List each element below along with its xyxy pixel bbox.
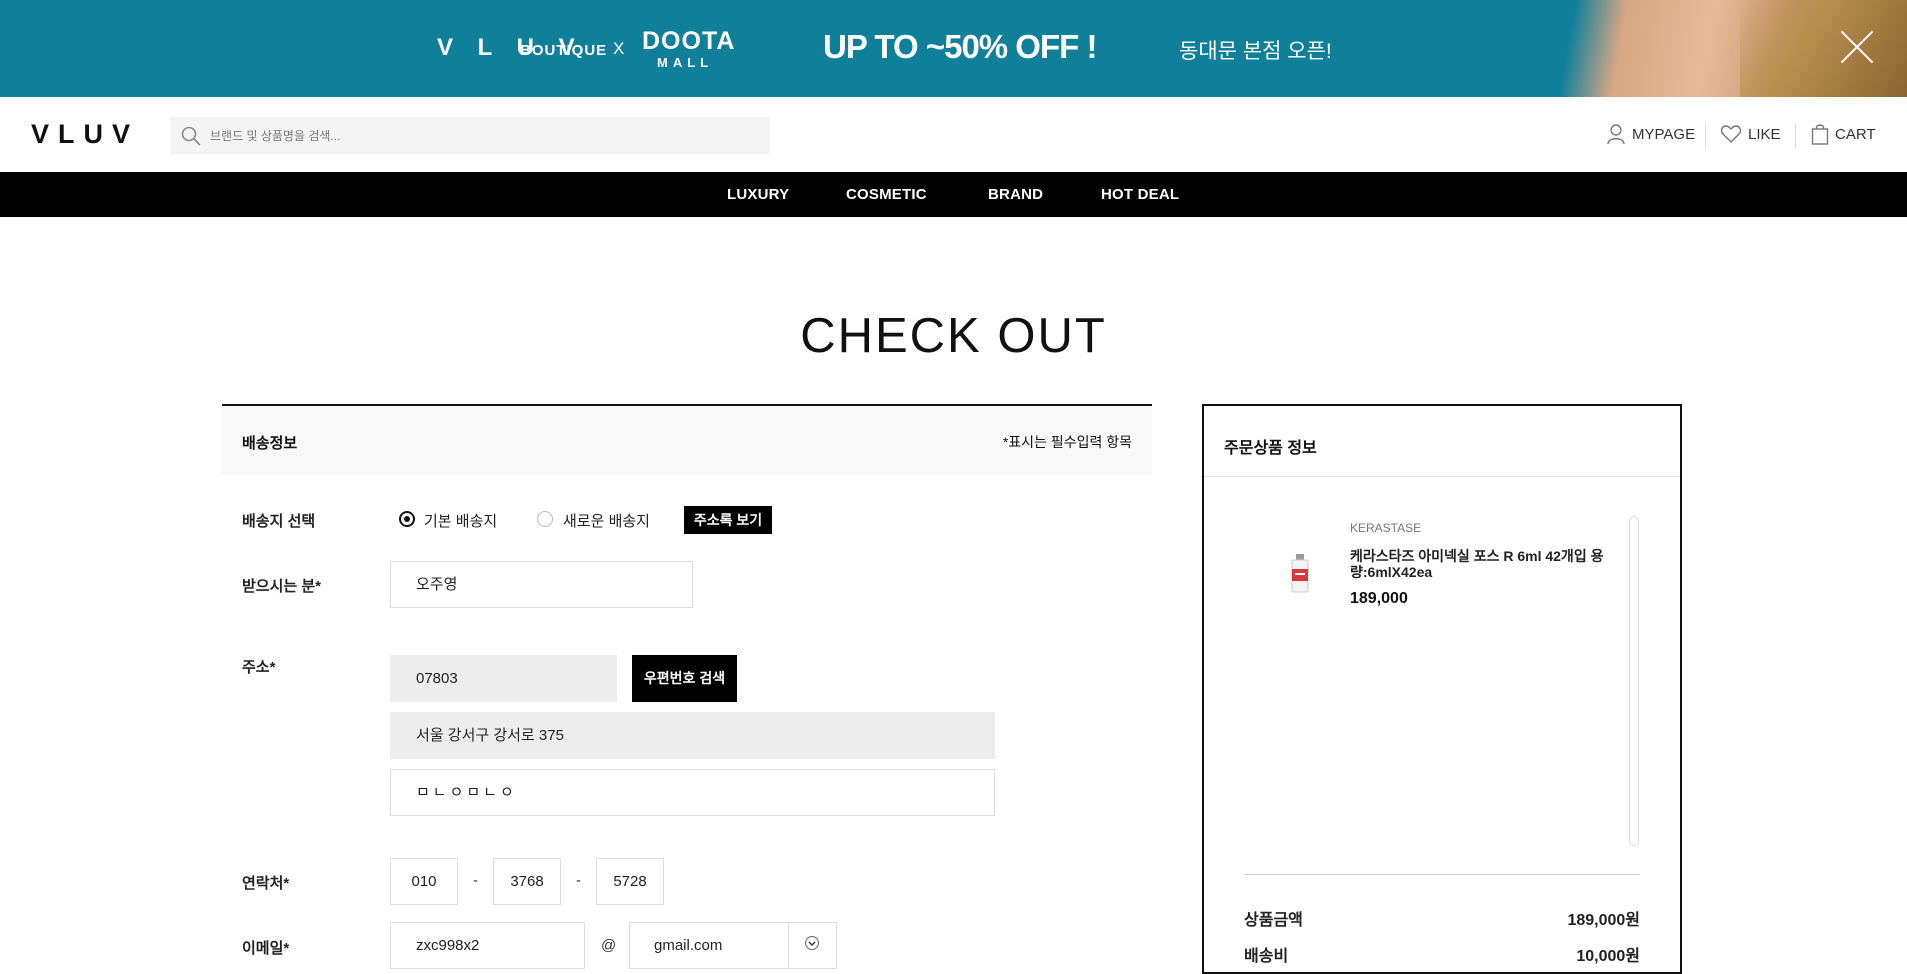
search-icon[interactable]	[180, 125, 202, 147]
product-list-scrollbar[interactable]	[1629, 516, 1639, 846]
shipping-fee-value: 10,000원	[1576, 948, 1640, 965]
cart-link[interactable]: CART	[1811, 121, 1876, 147]
subtotal-label: 상품금액	[1244, 912, 1303, 929]
heart-icon	[1720, 125, 1742, 143]
util-divider	[1705, 124, 1706, 148]
radio-default-dest-label[interactable]: 기본 배송지	[424, 510, 497, 531]
search-input[interactable]	[210, 117, 760, 154]
zipcode-field[interactable]: 07803	[390, 655, 617, 702]
address2-field[interactable]: ㅁㄴㅇㅁㄴㅇ	[390, 769, 995, 816]
phone2-field[interactable]: 3768	[493, 858, 561, 905]
radio-new-dest-label[interactable]: 새로운 배송지	[563, 510, 650, 531]
promo-open-text: 동대문 본점 오픈!	[1179, 40, 1332, 63]
recipient-label: 받으시는 분*	[242, 578, 322, 595]
product-brand: KERASTASE	[1350, 521, 1422, 535]
mypage-link[interactable]: MYPAGE	[1606, 121, 1695, 147]
order-summary: 주문상품 정보 KERASTASE 케라스타즈 아미넥실 포스 R 6ml 42…	[1202, 404, 1682, 974]
chevron-down-icon[interactable]	[804, 935, 820, 951]
promo-x: X	[613, 39, 625, 58]
user-icon	[1607, 124, 1625, 145]
radio-new-dest[interactable]	[537, 511, 553, 527]
search-bar[interactable]	[170, 117, 770, 154]
dest-label: 배송지 선택	[242, 513, 316, 530]
promo-banner[interactable]: V L U V BOUTIQUE X DOOTA MALL UP TO ~50%…	[0, 0, 1907, 97]
shipping-header: 배송정보 *표시는 필수입력 항목	[222, 404, 1152, 475]
page-title: CHECK OUT	[800, 309, 1107, 363]
shipping-title: 배송정보	[242, 435, 298, 452]
mypage-label: MYPAGE	[1632, 125, 1696, 143]
email-domain-value: gmail.com	[654, 937, 723, 954]
email-id-field[interactable]: zxc998x2	[390, 922, 585, 969]
required-note: *표시는 필수입력 항목	[1002, 434, 1132, 450]
product-price: 189,000	[1350, 590, 1408, 607]
promo-model-hair	[1740, 0, 1907, 97]
like-link[interactable]: LIKE	[1720, 121, 1781, 147]
address-book-button[interactable]: 주소록 보기	[684, 506, 772, 534]
phone-label: 연락처*	[242, 875, 290, 892]
shipping-fee-label: 배송비	[1244, 948, 1289, 965]
select-divider	[788, 922, 789, 969]
email-at: @	[601, 937, 617, 954]
promo-sale-text: UP TO ~50% OFF !	[823, 28, 1097, 65]
phone-separator: -	[576, 872, 581, 889]
address1-field[interactable]: 서울 강서구 강서로 375	[390, 712, 995, 759]
site-logo[interactable]: VLUV	[31, 119, 139, 150]
recipient-field[interactable]: 오주영	[390, 561, 693, 608]
util-divider	[1795, 124, 1796, 148]
phone3-field[interactable]: 5728	[596, 858, 664, 905]
email-label: 이메일*	[242, 940, 290, 957]
zip-search-button[interactable]: 우편번호 검색	[632, 655, 737, 702]
promo-close-icon[interactable]	[1838, 28, 1876, 66]
shopping-bag-icon	[1811, 124, 1829, 145]
promo-partner-bottom: MALL	[657, 55, 714, 70]
address-label: 주소*	[242, 659, 276, 676]
radio-default-dest[interactable]	[399, 511, 415, 527]
divider	[1244, 874, 1640, 875]
nav-hot-deal[interactable]: HOT DEAL	[1101, 186, 1179, 203]
divider	[1204, 476, 1680, 477]
nav-cosmetic[interactable]: COSMETIC	[846, 186, 927, 203]
phone1-field[interactable]: 010	[390, 858, 458, 905]
main-nav: LUXURY COSMETIC BRAND HOT DEAL	[0, 172, 1907, 217]
site-header: VLUV MYPAGE LIKE CART	[0, 97, 1907, 172]
product-name[interactable]: 케라스타즈 아미넥실 포스 R 6ml 42개입 용량:6mlX42ea	[1350, 548, 1610, 580]
nav-brand[interactable]: BRAND	[988, 186, 1043, 203]
summary-title: 주문상품 정보	[1224, 440, 1317, 457]
subtotal-value: 189,000원	[1567, 912, 1640, 929]
like-label: LIKE	[1748, 125, 1781, 143]
nav-luxury[interactable]: LUXURY	[727, 186, 789, 203]
phone-separator: -	[473, 872, 478, 889]
cart-label: CART	[1835, 125, 1876, 143]
product-thumbnail[interactable]	[1287, 553, 1313, 595]
promo-brand-sub: BOUTIQUE	[520, 42, 608, 59]
promo-partner-top: DOOTA	[642, 27, 736, 55]
